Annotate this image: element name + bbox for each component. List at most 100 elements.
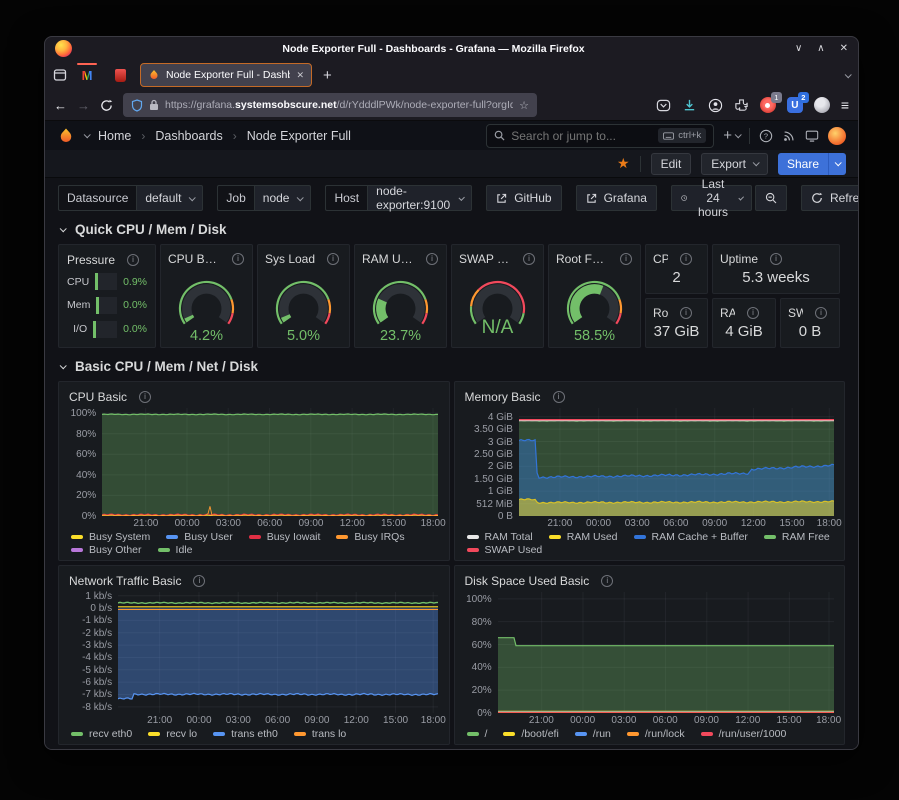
panel-title[interactable]: Sys Load [265, 252, 315, 266]
legend-item[interactable]: Idle [158, 544, 193, 556]
favorite-star-icon[interactable]: ★ [617, 155, 630, 172]
legend-item[interactable]: Busy Iowait [249, 531, 321, 543]
panel-title[interactable]: SWAP Used [459, 252, 511, 266]
legend-item[interactable]: recv eth0 [71, 728, 132, 740]
extension-red-icon[interactable]: 1 [760, 97, 776, 113]
pinned-tab-gmail[interactable]: M [74, 63, 100, 87]
list-all-tabs-icon[interactable] [845, 73, 850, 78]
breadcrumb-home[interactable]: Home [98, 129, 131, 143]
info-icon[interactable]: i [747, 307, 759, 319]
legend-item[interactable]: /run [575, 728, 611, 740]
add-new-button[interactable]: + [723, 127, 740, 144]
share-button[interactable]: Share [778, 153, 828, 175]
info-icon[interactable]: i [426, 253, 438, 265]
panel-title[interactable]: SWAP Total [788, 306, 803, 320]
github-link-button[interactable]: GitHub [486, 185, 561, 211]
legend-item[interactable]: trans lo [294, 728, 346, 740]
panel-title[interactable]: Disk Space Used Basic [465, 574, 590, 588]
account-icon[interactable] [708, 98, 723, 113]
info-icon[interactable]: i [601, 575, 613, 587]
legend-item[interactable]: / [467, 728, 488, 740]
grafana-link-button[interactable]: Grafana [576, 185, 657, 211]
monitor-icon[interactable] [805, 129, 819, 143]
job-select[interactable]: node [254, 185, 312, 211]
org-switcher-chevron-icon[interactable] [84, 131, 91, 138]
user-avatar[interactable] [828, 127, 846, 145]
panel-title[interactable]: RootFS Total [653, 306, 668, 320]
legend-item[interactable]: RAM Free [764, 531, 830, 543]
url-bar[interactable]: https://grafana.systemsobscure.net/d/rYd… [123, 93, 537, 117]
extensions-puzzle-icon[interactable] [734, 98, 749, 113]
edit-button[interactable]: Edit [651, 153, 692, 175]
tracking-shield-icon[interactable] [131, 99, 143, 112]
legend-item[interactable]: SWAP Used [467, 544, 543, 556]
legend-item[interactable]: trans eth0 [213, 728, 278, 740]
export-button[interactable]: Export [701, 153, 768, 175]
panel-title[interactable]: RAM Total [720, 306, 735, 320]
extension-blue-icon[interactable]: U 2 [787, 97, 803, 113]
close-button[interactable]: ✕ [840, 43, 848, 54]
reload-icon[interactable] [100, 99, 113, 112]
panel-title[interactable]: Memory Basic [465, 390, 541, 404]
panel-title[interactable]: Pressure [67, 253, 115, 267]
pocket-icon[interactable] [656, 98, 671, 113]
info-icon[interactable]: i [232, 253, 244, 265]
section-quick-cpu-mem-disk[interactable]: Quick CPU / Mem / Disk [60, 222, 845, 237]
legend-item[interactable]: /run/user/1000 [701, 728, 787, 740]
panel-title[interactable]: CPU Cores [653, 252, 668, 266]
downloads-icon[interactable] [682, 98, 697, 113]
panel-title[interactable]: CPU Busy [168, 252, 220, 266]
tab-close-icon[interactable]: ✕ [296, 70, 304, 81]
info-icon[interactable]: i [770, 253, 782, 265]
pinned-tab-2[interactable] [107, 63, 133, 87]
info-icon[interactable]: i [620, 253, 632, 265]
refresh-button[interactable]: Refresh [801, 185, 858, 211]
legend-item[interactable]: RAM Total [467, 531, 533, 543]
legend-item[interactable]: RAM Used [549, 531, 618, 543]
datasource-select[interactable]: default [136, 185, 203, 211]
chart-plot[interactable] [498, 592, 834, 713]
host-select[interactable]: node-exporter:9100 [367, 185, 472, 211]
zoom-out-button[interactable] [755, 185, 787, 211]
firefox-view-icon[interactable] [53, 68, 67, 82]
time-range-picker[interactable]: Last 24 hours [671, 185, 752, 211]
extension-grey-icon[interactable] [814, 97, 830, 113]
info-icon[interactable]: i [815, 307, 827, 319]
info-icon[interactable]: i [680, 307, 692, 319]
legend-item[interactable]: /run/lock [627, 728, 685, 740]
minimize-button[interactable]: ∨ [795, 43, 802, 54]
share-menu-caret[interactable] [828, 153, 846, 175]
breadcrumb-dashboards[interactable]: Dashboards [155, 129, 222, 143]
maximize-button[interactable]: ∧ [817, 43, 824, 54]
bookmark-star-icon[interactable]: ☆ [519, 99, 529, 112]
legend-item[interactable]: recv lo [148, 728, 197, 740]
forward-button[interactable]: → [77, 98, 90, 113]
info-icon[interactable]: i [553, 391, 565, 403]
legend-item[interactable]: Busy System [71, 531, 150, 543]
legend-item[interactable]: Busy User [166, 531, 232, 543]
grafana-logo-icon[interactable] [57, 127, 75, 145]
info-icon[interactable]: i [523, 253, 535, 265]
legend-item[interactable]: Busy Other [71, 544, 142, 556]
tab-active[interactable]: Node Exporter Full - Dashbo ✕ [140, 63, 312, 87]
new-tab-button[interactable]: + [319, 67, 336, 84]
info-icon[interactable]: i [139, 391, 151, 403]
section-basic-cpu-mem-net-disk[interactable]: Basic CPU / Mem / Net / Disk [60, 359, 845, 374]
news-rss-icon[interactable] [782, 129, 796, 143]
menu-hamburger-icon[interactable]: ≡ [841, 97, 849, 113]
info-icon[interactable]: i [127, 254, 139, 266]
panel-title[interactable]: Root FS Used [556, 252, 608, 266]
info-icon[interactable]: i [680, 253, 692, 265]
search-input[interactable] [511, 129, 652, 143]
chart-plot[interactable] [102, 408, 438, 516]
info-icon[interactable]: i [193, 575, 205, 587]
help-icon[interactable]: ? [759, 129, 773, 143]
panel-title[interactable]: Uptime [720, 252, 758, 266]
legend-item[interactable]: Busy IRQs [336, 531, 404, 543]
info-icon[interactable]: i [327, 253, 339, 265]
chart-plot[interactable] [519, 408, 834, 516]
lock-icon[interactable] [149, 99, 159, 111]
panel-title[interactable]: CPU Basic [69, 390, 127, 404]
panel-title[interactable]: Network Traffic Basic [69, 574, 181, 588]
chart-plot[interactable] [118, 592, 438, 713]
